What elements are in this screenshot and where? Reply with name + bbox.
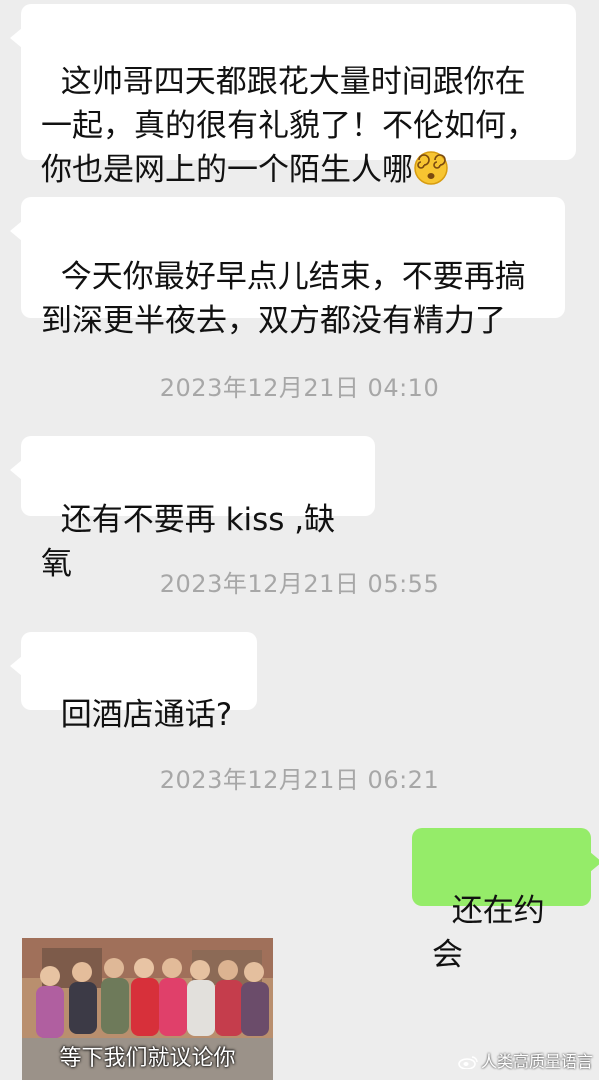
message-bubble-outgoing[interactable]: 还在约会 xyxy=(412,828,599,973)
message-text: 还在约会 xyxy=(432,893,545,973)
message-text: 回酒店通话? xyxy=(60,697,233,733)
message-text: 这帅哥四天都跟花大量时间跟你在一起，真的很有礼貌了！不伦如何，你也是网上的一个陌… xyxy=(41,64,537,188)
message-bubble-incoming[interactable]: 还有不要再 kiss ,缺氧 xyxy=(10,436,375,582)
message-text: 今天你最好早点儿结束，不要再搞到深更半夜去，双方都没有精力了 xyxy=(41,259,526,339)
message-bubble-incoming[interactable]: 这帅哥四天都跟花大量时间跟你在一起，真的很有礼貌了！不伦如何，你也是网上的一个陌… xyxy=(10,4,576,188)
message-bubble-incoming[interactable]: 回酒店通话? xyxy=(10,632,257,733)
watermark-text: 人类高质量语言 xyxy=(480,1052,593,1071)
timestamp: 2023年12月21日 05:55 xyxy=(159,570,440,598)
meme-caption: 等下我们就议论你 xyxy=(59,1046,236,1071)
dizzy-face-emoji-icon xyxy=(414,151,448,185)
timestamp: 2023年12月21日 06:21 xyxy=(159,766,440,794)
message-bubble-incoming[interactable]: 今天你最好早点儿结束，不要再搞到深更半夜去，双方都没有精力了 xyxy=(10,197,565,339)
weibo-logo-icon xyxy=(458,1056,478,1069)
weibo-watermark: 人类高质量语言 xyxy=(458,1048,593,1072)
meme-image[interactable]: 等下我们就议论你 xyxy=(22,938,273,1080)
timestamp: 2023年12月21日 04:10 xyxy=(159,374,440,402)
